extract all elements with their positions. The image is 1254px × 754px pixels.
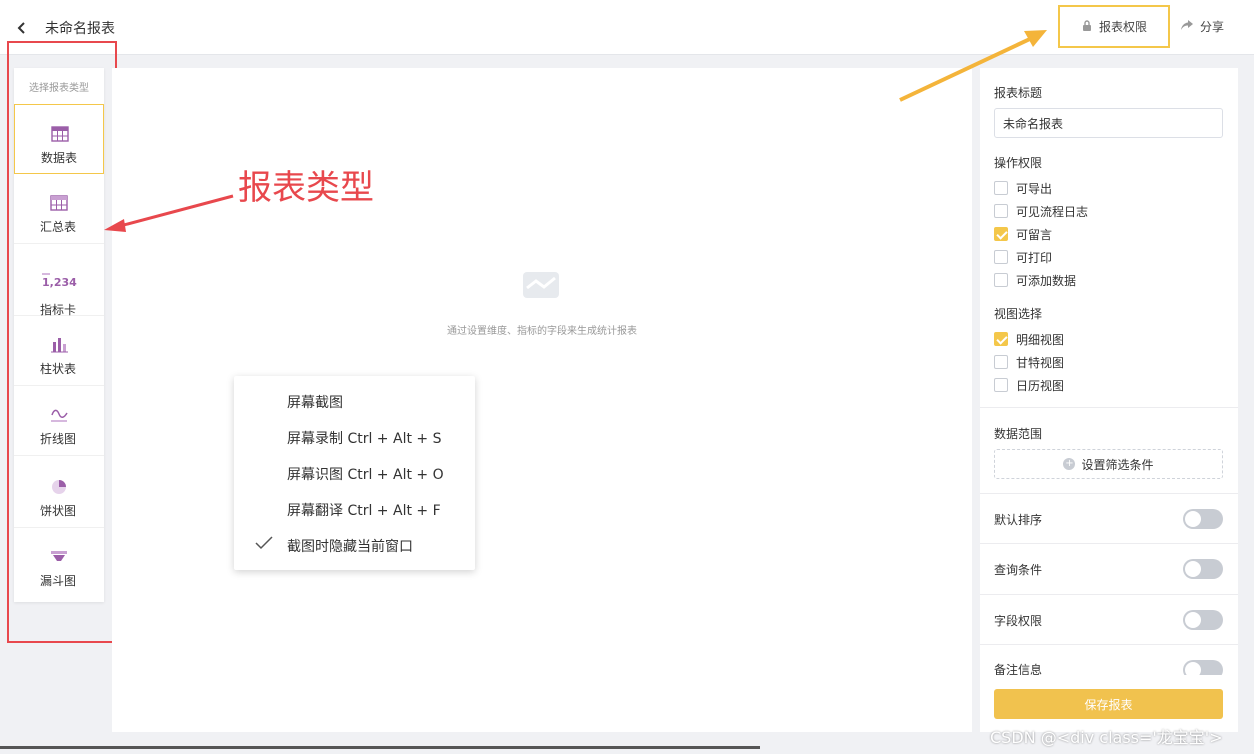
checkbox-label: 可添加数据: [1016, 273, 1077, 288]
checkbox-flow-log[interactable]: 可见流程日志: [994, 202, 1088, 220]
settings-panel: 报表标题 操作权限 可导出 可见流程日志 可留言 可打印 可添加数据 视图选择 …: [980, 68, 1238, 732]
field-permission-toggle[interactable]: [1183, 610, 1223, 630]
header-bar: 未命名报表 报表权限 分享: [0, 0, 1254, 55]
default-sort-toggle[interactable]: [1183, 509, 1223, 529]
field-permission-label: 字段权限: [994, 614, 1043, 628]
default-sort-label: 默认排序: [994, 513, 1043, 527]
checkbox[interactable]: [994, 250, 1008, 264]
checkbox[interactable]: [994, 181, 1008, 195]
checkbox-export[interactable]: 可导出: [994, 179, 1052, 197]
menu-item-translate[interactable]: 屏幕翻译 Ctrl + Alt + F: [234, 491, 475, 527]
checkbox-calendar-view[interactable]: 日历视图: [994, 376, 1064, 394]
save-report-button[interactable]: 保存报表: [994, 689, 1223, 719]
checkbox[interactable]: [994, 227, 1008, 241]
save-report-label: 保存报表: [1084, 697, 1133, 712]
watermark-text: CSDN @<div class='龙宝宝'>: [990, 728, 1223, 747]
menu-item-label: 屏幕翻译 Ctrl + Alt + F: [287, 503, 441, 519]
checkbox[interactable]: [994, 378, 1008, 392]
checkbox-label: 明细视图: [1016, 332, 1065, 347]
report-permission-button[interactable]: 报表权限: [1058, 5, 1170, 48]
empty-hint-text: 通过设置维度、指标的字段来生成统计报表: [447, 326, 637, 337]
report-permission-label: 报表权限: [1098, 20, 1147, 34]
checkbox-gantt-view[interactable]: 甘特视图: [994, 353, 1064, 371]
checkbox-print[interactable]: 可打印: [994, 248, 1052, 266]
checkbox[interactable]: [994, 355, 1008, 369]
menu-item-hide-window[interactable]: 截图时隐藏当前窗口: [234, 527, 475, 563]
divider: [980, 594, 1238, 595]
menu-item-screenshot[interactable]: 屏幕截图: [234, 383, 475, 419]
query-condition-label: 查询条件: [994, 563, 1043, 577]
report-title-input[interactable]: [994, 108, 1223, 138]
checkbox-label: 日历视图: [1016, 378, 1065, 393]
menu-item-record[interactable]: 屏幕录制 Ctrl + Alt + S: [234, 419, 475, 455]
checkbox[interactable]: [994, 204, 1008, 218]
menu-item-label: 屏幕识图 Ctrl + Alt + O: [287, 467, 444, 483]
share-button[interactable]: 分享: [1180, 18, 1224, 35]
checkbox-label: 甘特视图: [1016, 355, 1065, 370]
checkmark-icon: [254, 535, 274, 555]
divider: [980, 407, 1238, 408]
report-title-label: 报表标题: [994, 86, 1043, 100]
menu-item-ocr[interactable]: 屏幕识图 Ctrl + Alt + O: [234, 455, 475, 491]
plus-circle-icon: +: [1063, 458, 1076, 470]
lock-icon: [1081, 19, 1093, 35]
bottom-edge: [0, 746, 760, 749]
context-menu: 屏幕截图 屏幕录制 Ctrl + Alt + S 屏幕识图 Ctrl + Alt…: [234, 376, 475, 570]
view-select-label: 视图选择: [994, 307, 1043, 321]
set-filter-button[interactable]: + 设置筛选条件: [994, 449, 1223, 479]
divider: [980, 493, 1238, 494]
empty-chart-icon: [520, 266, 562, 304]
chevron-left-icon[interactable]: [16, 18, 32, 38]
menu-item-label: 截图时隐藏当前窗口: [287, 539, 413, 555]
share-label: 分享: [1200, 20, 1225, 34]
checkbox-label: 可导出: [1016, 181, 1053, 196]
checkbox-label: 可见流程日志: [1016, 204, 1089, 219]
menu-item-label: 屏幕截图: [287, 395, 343, 411]
checkbox-comment[interactable]: 可留言: [994, 225, 1052, 243]
set-filter-label: 设置筛选条件: [1081, 457, 1154, 472]
checkbox-label: 可打印: [1016, 250, 1053, 265]
query-condition-toggle[interactable]: [1183, 559, 1223, 579]
checkbox[interactable]: [994, 332, 1008, 346]
checkbox-label: 可留言: [1016, 227, 1053, 242]
divider: [980, 644, 1238, 645]
menu-item-label: 屏幕录制 Ctrl + Alt + S: [287, 431, 442, 447]
page-title: 未命名报表: [45, 21, 115, 37]
share-icon: [1180, 19, 1194, 34]
op-permission-label: 操作权限: [994, 156, 1043, 170]
divider: [980, 543, 1238, 544]
checkbox-add-data[interactable]: 可添加数据: [994, 271, 1076, 289]
data-range-label: 数据范围: [994, 427, 1043, 441]
scroll-fade: [980, 675, 1238, 685]
annotation-label: 报表类型: [238, 168, 374, 208]
checkbox-detail-view[interactable]: 明细视图: [994, 330, 1064, 348]
checkbox[interactable]: [994, 273, 1008, 287]
report-type-highlight-box: [7, 41, 117, 643]
